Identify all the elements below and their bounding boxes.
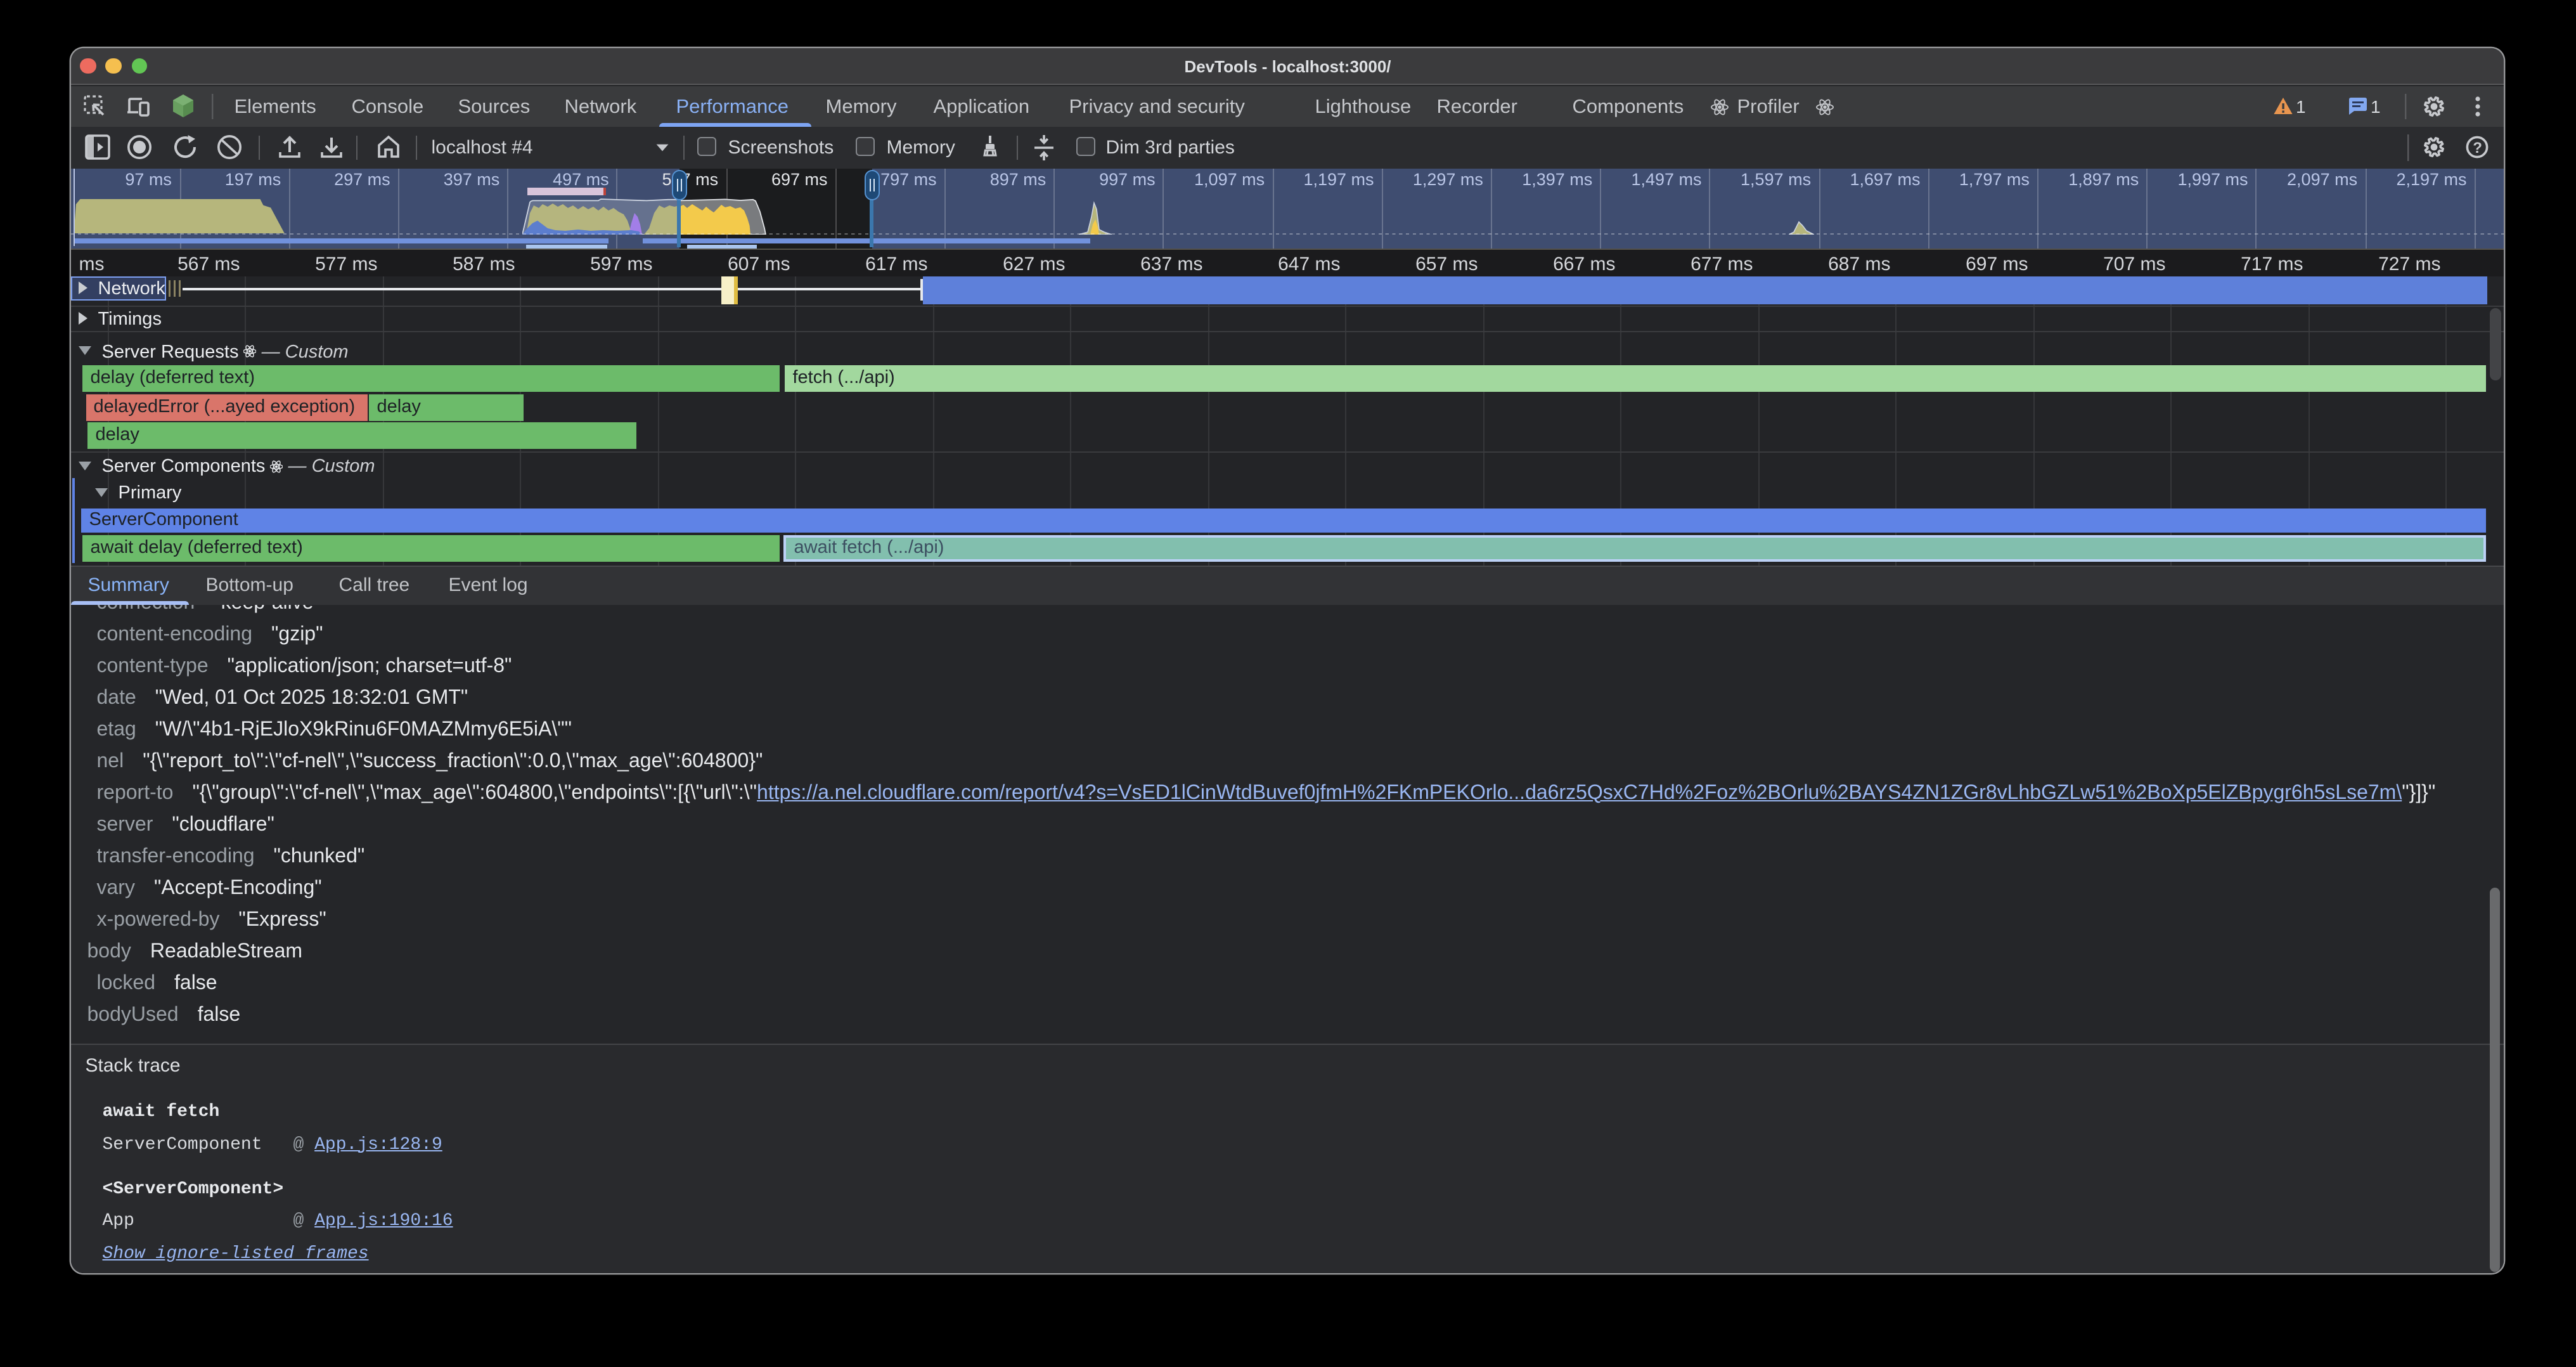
svg-text:1: 1 — [2371, 96, 2381, 116]
svg-text:1: 1 — [2296, 96, 2307, 116]
svg-text:?: ? — [2473, 139, 2483, 157]
